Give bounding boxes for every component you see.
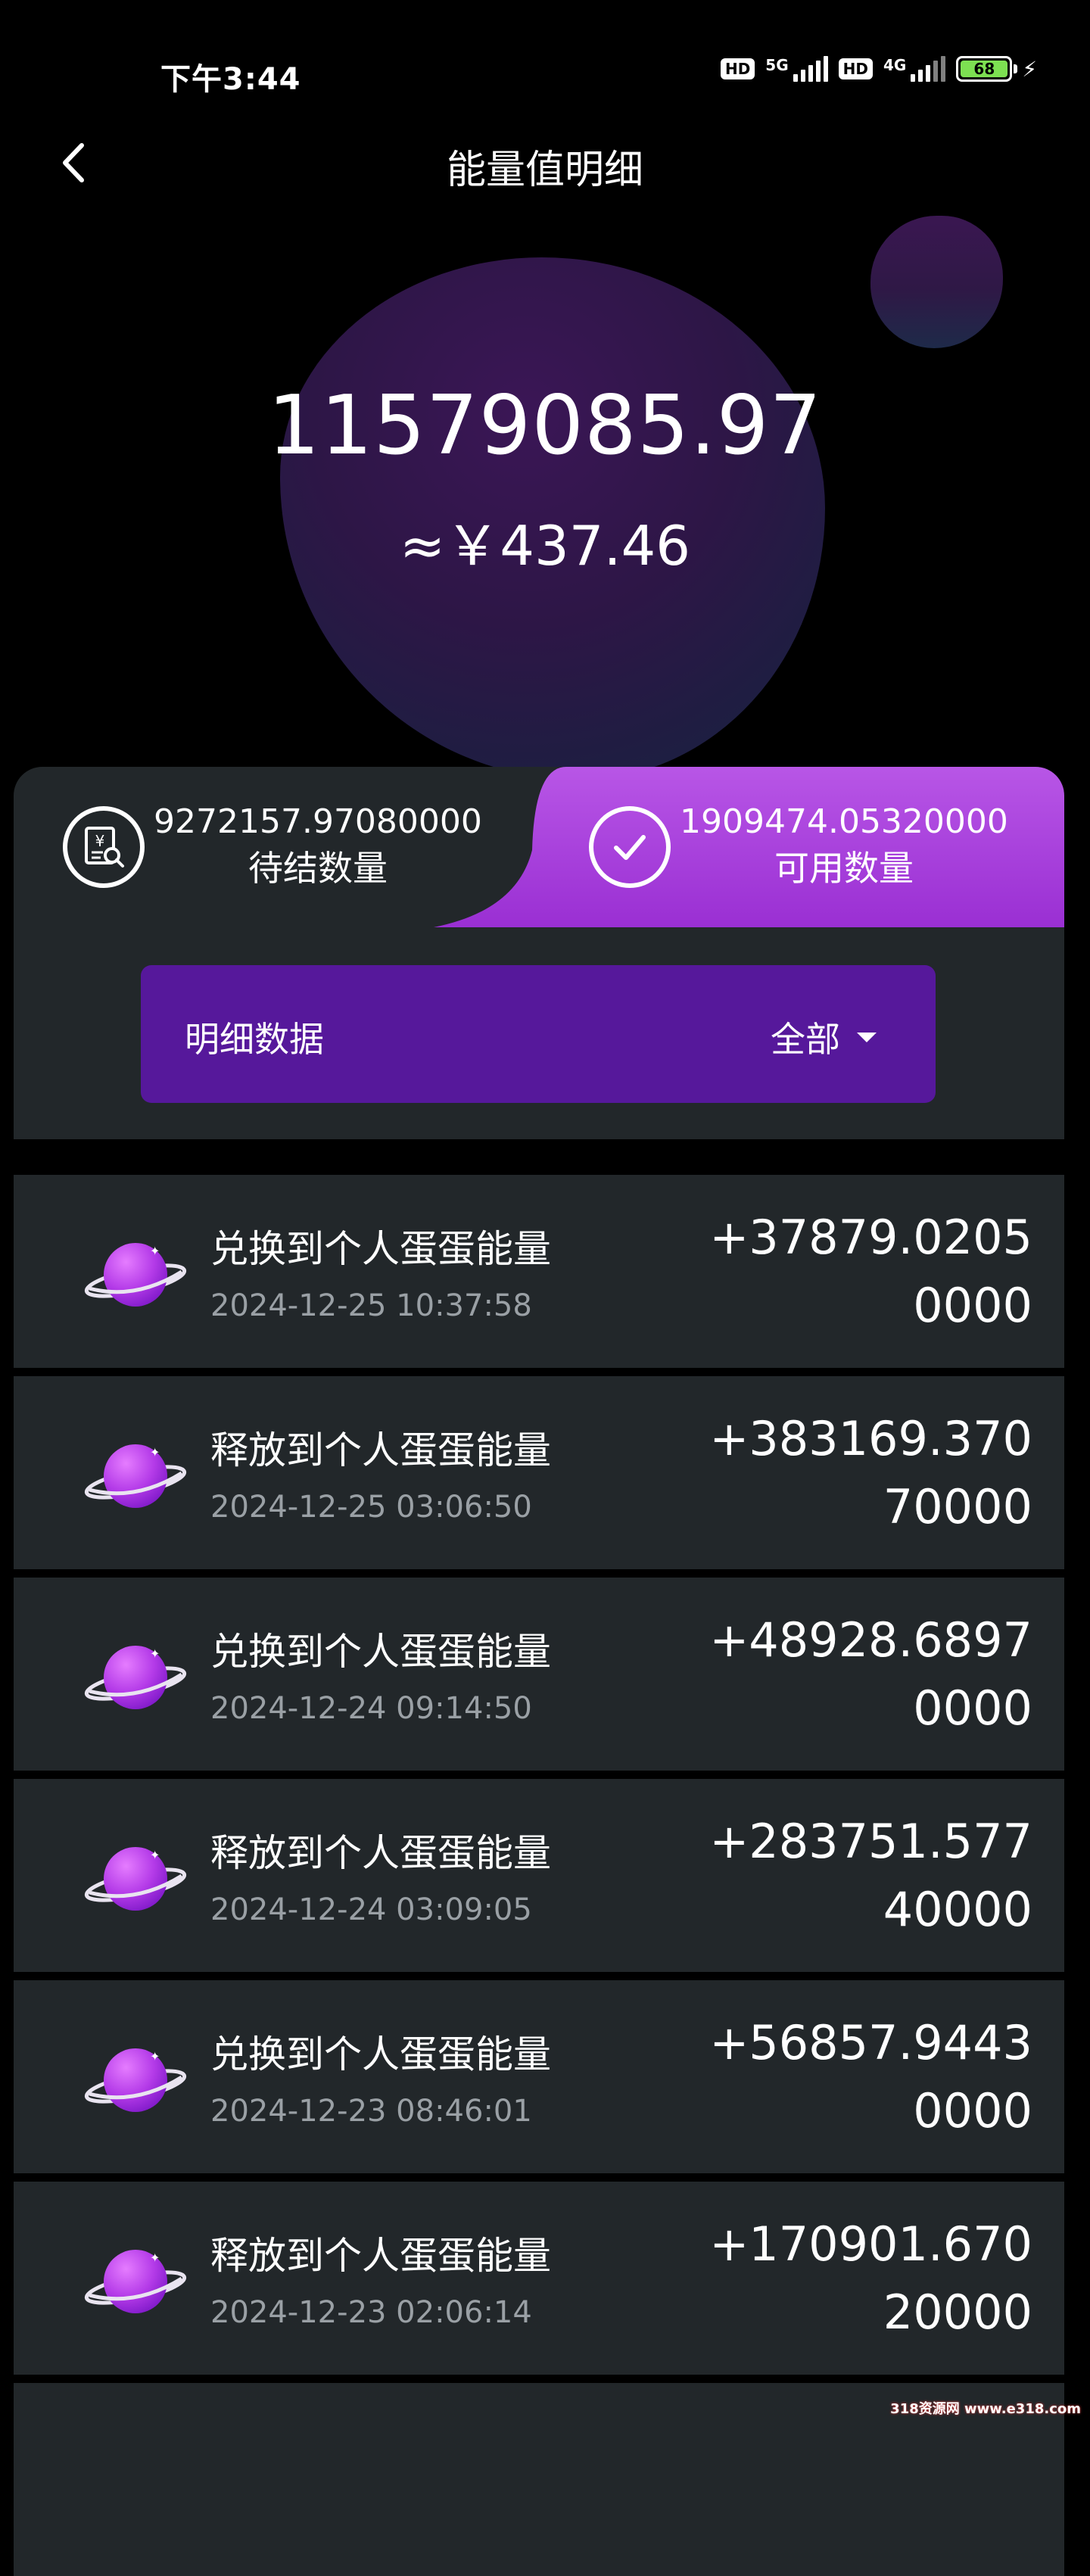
check-circle-icon [589,806,671,888]
svg-text:✦: ✦ [150,1445,160,1459]
charging-icon: ⚡ [1022,56,1037,82]
record-title: 兑换到个人蛋蛋能量 [210,1630,551,1674]
record-amount: +383169.37070000 [709,1411,1032,1534]
record-row[interactable]: ✦ 兑换到个人蛋蛋能量 2024-12-24 09:14:50 +48928.6… [14,1578,1064,1771]
svg-text:✦: ✦ [150,1646,160,1661]
hd-badge: HD [720,58,755,79]
planet-icon: ✦ [80,2038,191,2123]
svg-text:✦: ✦ [150,2049,160,2064]
svg-text:✦: ✦ [150,2250,160,2265]
svg-text:¥: ¥ [95,832,105,850]
record-title: 释放到个人蛋蛋能量 [210,1428,551,1472]
record-amount: +37879.02050000 [709,1210,1032,1333]
planet-icon: ✦ [80,1232,191,1317]
hd-badge-2: HD [838,58,873,79]
planet-icon: ✦ [80,1836,191,1921]
signal-4g-icon: 4G [883,56,946,82]
record-amount: +170901.67020000 [709,2216,1032,2340]
planet-icon: ✦ [80,1635,191,1720]
record-title: 兑换到个人蛋蛋能量 [210,2032,551,2076]
record-amount: +56857.94430000 [709,2015,1032,2138]
available-value: 1909474.05320000 [680,802,1008,841]
record-time: 2024-12-25 03:06:50 [210,1490,532,1525]
record-time: 2024-12-24 09:14:50 [210,1691,532,1726]
filter-bar: 明细数据 全部 [141,965,936,1103]
filter-selected: 全部 [771,1019,840,1060]
battery-level: 68 [961,61,1008,77]
filter-title: 明细数据 [185,1019,324,1060]
planet-icon: ✦ [80,2239,191,2324]
pending-value: 9272157.97080000 [154,802,482,841]
record-row[interactable]: ✦ 兑换到个人蛋蛋能量 2024-12-23 08:46:01 +56857.9… [14,1980,1064,2173]
record-time: 2024-12-23 08:46:01 [210,2094,532,2129]
record-amount: +283751.57740000 [709,1814,1032,1937]
record-title: 兑换到个人蛋蛋能量 [210,1227,551,1271]
svg-text:✦: ✦ [150,1244,160,1258]
decorative-blob-small [870,216,1003,348]
signal-5g-icon: 5G [765,56,828,82]
planet-icon: ✦ [80,1434,191,1519]
filter-dropdown[interactable]: 全部 [771,1012,877,1062]
record-time: 2024-12-24 03:09:05 [210,1892,532,1927]
tab-pending[interactable]: ¥ 9272157.97080000 待结数量 [63,767,482,927]
battery-icon: 68 ⚡ [956,56,1037,82]
svg-text:✦: ✦ [150,1848,160,1862]
page-title: 能量值明细 [446,148,643,193]
stats-panel: ¥ 9272157.97080000 待结数量 1909474.05320000… [14,767,1064,1139]
status-time: 下午3:44 [160,62,301,97]
record-title: 释放到个人蛋蛋能量 [210,1831,551,1875]
pending-label: 待结数量 [248,848,388,889]
receipt-search-icon: ¥ [63,806,145,888]
watermark: 318资源网 www.e318.com [890,2401,1081,2417]
available-label: 可用数量 [774,848,914,889]
rmb-equivalent: ≈￥437.46 [399,514,691,578]
record-row[interactable]: ✦ 兑换到个人蛋蛋能量 2024-12-25 10:37:58 +37879.0… [14,1175,1064,1368]
total-energy: 11579085.97 [267,378,823,473]
record-time: 2024-12-23 02:06:14 [210,2295,532,2330]
record-time: 2024-12-25 10:37:58 [210,1288,532,1323]
record-row[interactable]: ✦ 释放到个人蛋蛋能量 2024-12-24 03:09:05 +283751.… [14,1779,1064,1972]
caret-down-icon [857,1032,877,1042]
status-icons: HD 5G HD 4G 68 ⚡ [720,56,1037,82]
record-row[interactable]: ✦ 释放到个人蛋蛋能量 2024-12-23 02:06:14 +170901.… [14,2182,1064,2375]
tab-available[interactable]: 1909474.05320000 可用数量 [589,767,1008,927]
record-amount: +48928.68970000 [709,1612,1032,1736]
record-title: 释放到个人蛋蛋能量 [210,2234,551,2278]
record-row[interactable]: ✦ 释放到个人蛋蛋能量 2024-12-25 03:06:50 +383169.… [14,1376,1064,1569]
